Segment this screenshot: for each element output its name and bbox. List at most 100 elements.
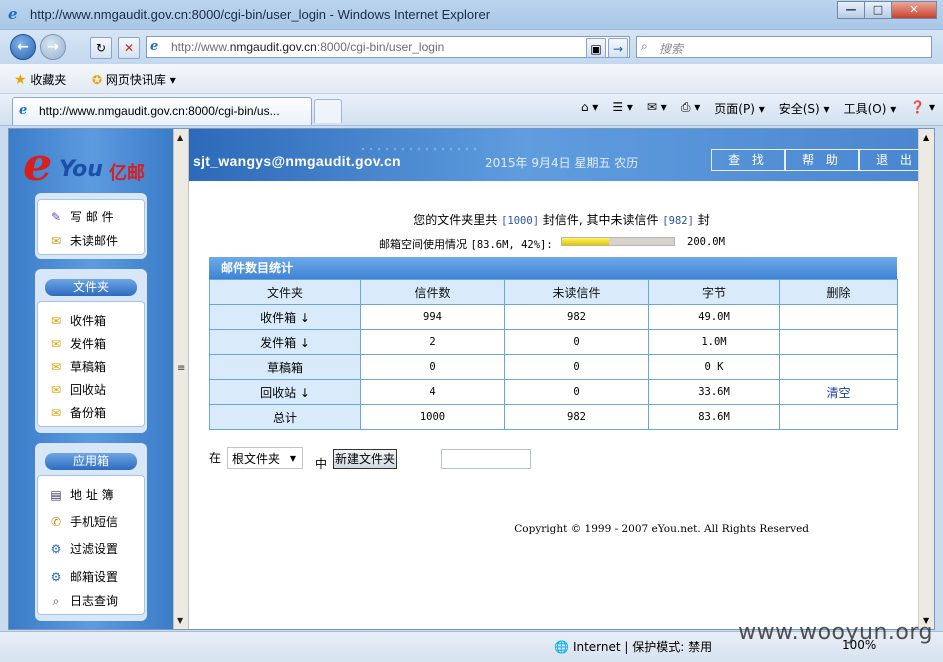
table-row: 回收站 ↓ 4 0 33.6M 清空 <box>209 379 898 405</box>
app-address-book[interactable]: ▤ 地 址 簿 <box>48 486 113 503</box>
help-icon[interactable]: ❓ ▾ <box>910 100 935 117</box>
unread-cell: 0 <box>504 329 649 355</box>
globe-icon: 🌐 <box>554 640 569 654</box>
folder-drafts[interactable]: ✉ 草稿箱 <box>48 358 106 375</box>
watermark: www.wooyun.org <box>738 620 933 645</box>
ie-logo-icon: e <box>8 5 18 23</box>
new-tab-button[interactable] <box>314 99 342 123</box>
folders-heading: 文件夹 <box>45 279 137 296</box>
apps-heading: 应用箱 <box>45 453 137 470</box>
app-sms[interactable]: ✆ 手机短信 <box>48 513 118 530</box>
envelope-icon: ✉ <box>50 360 62 374</box>
app-mail-settings[interactable]: ⚙ 邮箱设置 <box>48 568 118 585</box>
mail-icon[interactable]: ✉ ▾ <box>647 100 667 117</box>
star-icon: ★ <box>14 72 27 88</box>
new-folder-button[interactable]: 新建文件夹 <box>333 449 397 469</box>
favorites-bar: ★ 收藏夹 ✪ 网页快讯库 ▾ <box>0 64 943 94</box>
scroll-up-icon[interactable]: ▲ <box>177 133 183 142</box>
quota-progress-fill <box>562 238 610 245</box>
delete-cell <box>779 329 898 355</box>
forward-button[interactable]: → <box>40 34 66 60</box>
tab-active[interactable]: e http://www.nmgaudit.gov.cn:8000/cgi-bi… <box>12 97 312 125</box>
page-scrollbar[interactable]: ▲ ▼ <box>918 129 934 629</box>
minimize-button[interactable]: — <box>837 1 865 19</box>
folder-trash[interactable]: ✉ 回收站 <box>48 381 106 398</box>
mail-summary: 您的文件夹里共 [1000] 封信件, 其中未读信件 [982] 封 <box>413 213 710 227</box>
feeds-icon[interactable]: ☰ ▾ <box>612 100 633 117</box>
envelope-icon: ✉ <box>50 337 62 351</box>
page-icon: e <box>150 39 159 54</box>
table-row: 收件箱 ↓ 994 982 49.0M <box>209 304 898 330</box>
decorative-dots <box>359 145 479 153</box>
empty-trash-link[interactable]: 清空 <box>779 379 898 405</box>
frame-splitter[interactable]: ▲ ≡ ▼ <box>173 129 189 629</box>
filter-icon: ⚙ <box>50 542 62 556</box>
main-header: sjt_wangys@nmgaudit.gov.cn 2015年 9月4日 星期… <box>189 129 934 181</box>
folder-inbox[interactable]: ✉ 收件箱 <box>48 312 106 329</box>
unread-link[interactable]: ✉ 未读邮件 <box>48 232 118 249</box>
new-folder-name-input[interactable] <box>441 449 531 469</box>
compose-link[interactable]: ✎ 写 邮 件 <box>48 208 114 225</box>
window-title: http://www.nmgaudit.gov.cn:8000/cgi-bin/… <box>30 7 491 22</box>
left-sidebar: e You 亿邮 ✎ 写 邮 件 ✉ 未读邮件 文件夹 ✉ 收件箱 ✉ 发件箱 ✉ 草稿箱… <box>9 129 173 629</box>
web-slice-gallery[interactable]: ✪ 网页快讯库 ▾ <box>92 71 176 88</box>
folder-backup[interactable]: ✉ 备份箱 <box>48 404 106 421</box>
home-icon[interactable]: ⌂ ▾ <box>581 100 598 117</box>
current-date: 2015年 9月4日 星期五 农历 <box>485 156 639 170</box>
table-row: 草稿箱 0 0 0 K <box>209 354 898 380</box>
security-zone: 🌐 Internet | 保护模式: 禁用 <box>554 640 713 654</box>
parent-folder-select[interactable]: 根文件夹 ▼ <box>227 447 303 469</box>
help-button[interactable]: 帮 助 <box>785 149 859 171</box>
back-button[interactable]: ← <box>10 34 36 60</box>
stop-icon[interactable]: ✕ <box>118 37 140 59</box>
folder-name-link[interactable]: 收件箱 ↓ <box>209 304 361 330</box>
favorites-button[interactable]: ★ 收藏夹 <box>14 71 66 88</box>
stats-title: 邮件数目统计 <box>209 257 897 279</box>
folder-name-link[interactable]: 回收站 ↓ <box>209 379 361 405</box>
safety-menu[interactable]: 安全(S) ▾ <box>779 100 830 117</box>
app-filter[interactable]: ⚙ 过滤设置 <box>48 540 118 557</box>
pen-icon: ✎ <box>50 210 62 224</box>
col-count: 信件数 <box>360 279 505 305</box>
main-content: sjt_wangys@nmgaudit.gov.cn 2015年 9月4日 星期… <box>189 129 934 629</box>
scroll-down-icon[interactable]: ▼ <box>177 616 183 625</box>
count-cell: 4 <box>360 379 505 405</box>
bytes-cell: 33.6M <box>648 379 780 405</box>
folder-name: 草稿箱 <box>209 354 361 380</box>
scroll-up-icon[interactable]: ▲ <box>923 133 929 142</box>
bytes-cell: 49.0M <box>648 304 780 330</box>
maximize-button[interactable]: □ <box>864 1 892 19</box>
search-button[interactable]: 查 找 <box>711 149 785 171</box>
search-icon: ⌕ <box>641 39 648 53</box>
total-count: 1000 <box>360 404 505 430</box>
page-icon: e <box>19 103 28 118</box>
address-toolbar: ← → ↻ ✕ e http://www.nmgaudit.gov.cn:800… <box>0 30 943 64</box>
splitter-grip-icon: ≡ <box>177 363 186 374</box>
close-window-button[interactable]: ✕ <box>891 1 937 19</box>
col-bytes: 字节 <box>648 279 780 305</box>
count-cell: 0 <box>360 354 505 380</box>
compat-view-icon[interactable]: ▣ <box>586 38 606 58</box>
page-menu[interactable]: 页面(P) ▾ <box>714 100 764 117</box>
go-icon[interactable]: → <box>608 38 628 58</box>
unread-cell: 982 <box>504 304 649 330</box>
stats-header-row: 文件夹 信件数 未读信件 字节 删除 <box>209 279 898 305</box>
user-email: sjt_wangys@nmgaudit.gov.cn <box>193 153 401 169</box>
address-input[interactable]: e http://www.nmgaudit.gov.cn:8000/cgi-bi… <box>146 36 630 58</box>
col-delete: 删除 <box>779 279 898 305</box>
print-icon[interactable]: ⎙ ▾ <box>681 100 700 117</box>
book-icon: ▤ <box>50 488 62 502</box>
folders-box: ✉ 收件箱 ✉ 发件箱 ✉ 草稿箱 ✉ 回收站 ✉ 备份箱 <box>37 301 145 427</box>
quota-max: 200.0M <box>687 236 725 248</box>
envelope-icon: ✉ <box>50 383 62 397</box>
total-row: 总计 1000 982 83.6M <box>209 404 898 430</box>
tools-menu[interactable]: 工具(O) ▾ <box>844 100 897 117</box>
folder-sent[interactable]: ✉ 发件箱 <box>48 335 106 352</box>
app-log-query[interactable]: ⌕ 日志查询 <box>48 592 118 609</box>
col-folder: 文件夹 <box>209 279 361 305</box>
refresh-icon[interactable]: ↻ <box>90 37 112 59</box>
quota-label: 邮箱空间使用情况 [83.6M, 42%]: <box>379 238 553 251</box>
copyright: Copyright © 1999 - 2007 eYou.net. All Ri… <box>514 523 809 535</box>
folder-name-link[interactable]: 发件箱 ↓ <box>209 329 361 355</box>
search-input[interactable]: ⌕ 搜索 <box>636 36 932 58</box>
